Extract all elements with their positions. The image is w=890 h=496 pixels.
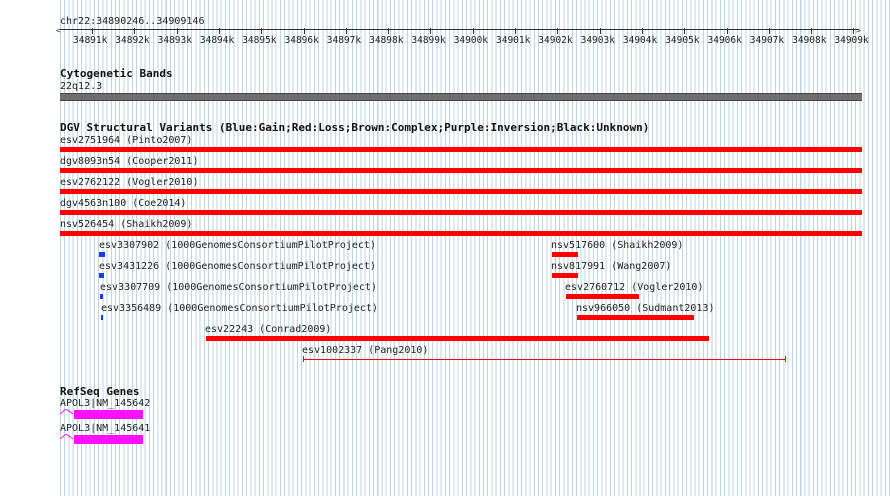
ruler-tick (345, 28, 347, 34)
ruler-tick (515, 28, 516, 34)
ruler-tick (388, 28, 390, 34)
coordinates-label: chr22:34890246..34909146 (60, 16, 205, 27)
ruler-tick (134, 28, 136, 34)
ruler-tick-label: 34905k (665, 35, 700, 46)
variant-bar-gain[interactable] (100, 294, 103, 299)
ruler-tick-label: 34906k (707, 35, 742, 46)
ruler-tick-label: 34903k (580, 35, 615, 46)
ruler-right-arrow: > (856, 26, 861, 35)
variant-bar-loss[interactable] (552, 273, 578, 278)
variant-bar-loss[interactable] (552, 252, 578, 257)
variant-label: dgv4563n100 (Coe2014) (60, 198, 187, 209)
variant-label: nsv526454 (Shaikh2009) (60, 219, 193, 230)
ruler-tick-label: 34901k (496, 35, 531, 46)
ruler-tick (768, 28, 770, 34)
ruler-tick-label: 34904k (622, 35, 658, 46)
variant-bar-loss[interactable] (60, 189, 862, 194)
variant-bar-gain[interactable] (101, 315, 103, 320)
ruler-tick-label: 34900k (453, 35, 489, 46)
variant-bar-loss[interactable] (60, 210, 862, 215)
cytoband-bar[interactable] (60, 93, 862, 101)
variant-label: nsv966050 (Sudmant2013) (576, 303, 715, 314)
variant-label: esv22243 (Conrad2009) (205, 324, 332, 335)
ruler-tick-label: 34895k (242, 35, 277, 46)
ruler-tick-label: 34893k (157, 35, 192, 46)
variant-bar-loss[interactable] (206, 336, 709, 341)
variant-label: esv3307902 (1000GenomesConsortiumPilotPr… (99, 240, 376, 251)
ruler-tick-label: 34894k (199, 35, 235, 46)
ruler-tick (472, 28, 474, 34)
ruler-tick-label: 34909k (834, 35, 869, 46)
variant-bar-loss[interactable] (60, 231, 862, 236)
ruler-axis (60, 29, 859, 30)
ruler-tick-label: 34898k (369, 35, 404, 46)
refseq-track-title: RefSeq Genes (60, 385, 140, 398)
variant-bar-loss[interactable] (60, 168, 862, 173)
variant-end-cap (785, 356, 786, 362)
ruler-tick (684, 28, 686, 34)
ruler-tick (557, 28, 559, 34)
ruler-tick-label: 34907k (749, 35, 785, 46)
variant-label: esv3307709 (1000GenomesConsortiumPilotPr… (100, 282, 377, 293)
variant-label: dgv8093n54 (Cooper2011) (60, 156, 199, 167)
variant-label: esv2762122 (Vogler2010) (60, 177, 199, 188)
gene-intron-icon (60, 434, 74, 440)
variant-label: nsv517600 (Shaikh2009) (551, 240, 684, 251)
gene-intron-icon (60, 409, 74, 415)
variant-bar-loss[interactable] (566, 294, 639, 299)
gene-label: APOL3|NM_145642 (60, 398, 151, 409)
ruler-tick (176, 28, 178, 34)
ruler-tick-label: 34897k (326, 35, 362, 46)
gene-exon-bar[interactable] (74, 410, 143, 419)
variant-label: esv3431226 (1000GenomesConsortiumPilotPr… (99, 261, 376, 272)
ruler-tick (811, 28, 813, 34)
ruler-tick (303, 28, 305, 34)
variant-label: esv2751964 (Pinto2007) (60, 135, 193, 146)
ruler-tick (726, 28, 728, 34)
ruler-left-arrow: < (56, 26, 61, 35)
variant-label: esv2760712 (Vogler2010) (565, 282, 704, 293)
dgv-track-title: DGV Structural Variants (Blue:Gain;Red:L… (60, 121, 650, 134)
variant-label: nsv817991 (Wang2007) (551, 261, 672, 272)
variant-bar-gain[interactable] (99, 273, 104, 278)
variant-bar-gain[interactable] (99, 252, 105, 257)
variant-bar-loss[interactable] (577, 315, 694, 320)
ruler-tick (430, 28, 432, 34)
ruler-tick (641, 28, 643, 34)
ruler-tick (218, 28, 220, 34)
ruler-tick (261, 28, 263, 34)
variant-label: esv1002337 (Pang2010) (302, 345, 429, 356)
cytoband-label[interactable]: 22q12.3 (60, 81, 102, 92)
genome-viewer: chr22:34890246..34909146 < > 34891k 34892… (0, 0, 890, 496)
ruler-tick-label: 34908k (792, 35, 827, 46)
ruler-tick-label: 34899k (411, 35, 446, 46)
cytoband-track-title: Cytogenetic Bands (60, 67, 173, 80)
variant-bar-loss[interactable] (60, 147, 862, 152)
ruler-tick (599, 28, 601, 34)
ruler-tick (92, 28, 93, 34)
variant-label: esv3356489 (1000GenomesConsortiumPilotPr… (101, 303, 378, 314)
variant-line-loss[interactable] (303, 359, 786, 360)
ruler-tick-label: 34896k (284, 35, 319, 46)
gene-label: APOL3|NM_145641 (60, 423, 151, 434)
variant-start-cap (303, 356, 304, 362)
ruler-tick (853, 28, 855, 34)
gene-exon-bar[interactable] (74, 435, 143, 444)
ruler-tick-label: 34891k (73, 35, 108, 46)
ruler-tick-label: 34892k (115, 35, 150, 46)
ruler-tick-label: 34902k (538, 35, 573, 46)
